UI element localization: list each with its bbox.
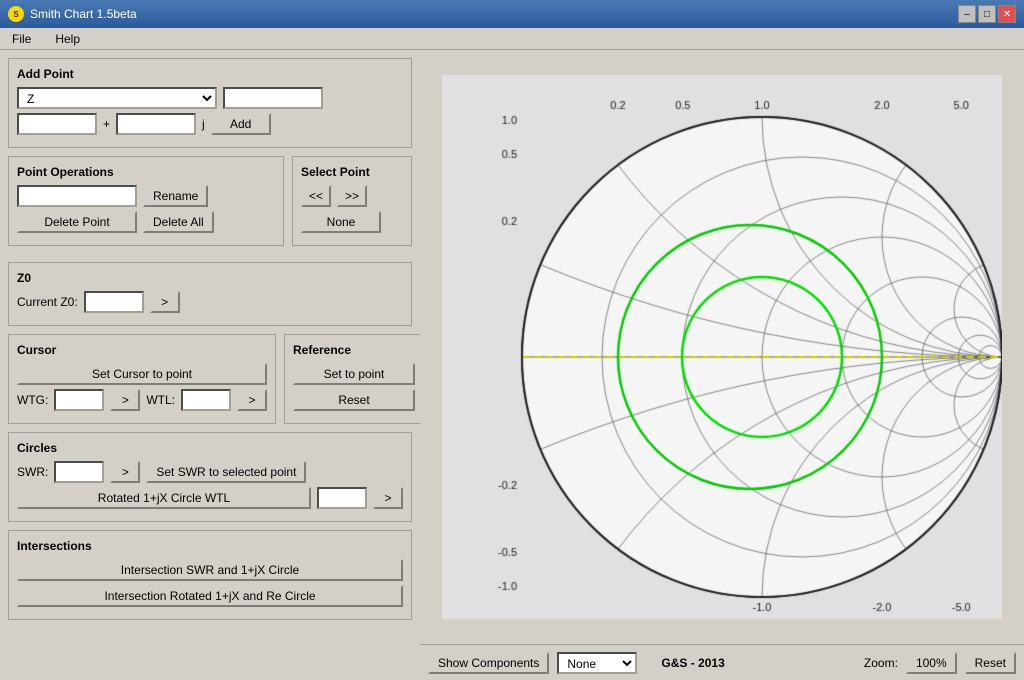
ops-select-row: Point Operations Rename Delete Point Del… (8, 156, 412, 254)
show-components-button[interactable]: Show Components (428, 652, 549, 674)
intersections-title: Intersections (17, 539, 403, 553)
intersection-swr-button[interactable]: Intersection SWR and 1+jX Circle (17, 559, 403, 581)
plus-label: + (103, 117, 110, 131)
intersection-rotated-button[interactable]: Intersection Rotated 1+jX and Re Circle (17, 585, 403, 607)
zoom-label: Zoom: (864, 656, 898, 670)
menu-file[interactable]: File (8, 31, 35, 47)
current-z0-label: Current Z0: (17, 295, 78, 309)
rotated-circle-button[interactable]: Rotated 1+jX Circle WTL (17, 487, 311, 509)
rotated-arrow-button[interactable]: > (373, 487, 403, 509)
real-input[interactable]: 0.0 (17, 113, 97, 135)
close-button[interactable]: ✕ (998, 5, 1016, 23)
swr-arrow-button[interactable]: > (110, 461, 140, 483)
smith-chart-area[interactable]: Show Components None Series R Shunt R G&… (420, 50, 1024, 680)
point-ops-section: Point Operations Rename Delete Point Del… (8, 156, 284, 246)
rename-button[interactable]: Rename (143, 185, 208, 207)
set-swr-button[interactable]: Set SWR to selected point (146, 461, 306, 483)
wtg-label: WTG: (17, 393, 48, 407)
cursor-title: Cursor (17, 343, 267, 357)
add-point-title: Add Point (17, 67, 403, 81)
new-name-input[interactable] (17, 185, 137, 207)
zoom-value-button[interactable]: 100% (906, 652, 957, 674)
menu-help[interactable]: Help (51, 31, 84, 47)
none-button[interactable]: None (301, 211, 381, 233)
app-icon: S (8, 6, 24, 22)
window-controls: – □ ✕ (958, 5, 1016, 23)
wtl-label: WTL: (146, 393, 175, 407)
wtl-set-button[interactable]: > (237, 389, 267, 411)
circles-title: Circles (17, 441, 403, 455)
select-point-section: Select Point << >> None (292, 156, 412, 246)
select-point-title: Select Point (301, 165, 403, 179)
main-content: Add Point Z Y S T name 0.0 + 0.0 j Add (0, 50, 1024, 680)
set-to-point-button[interactable]: Set to point (293, 363, 415, 385)
imag-input[interactable]: 0.0 (116, 113, 196, 135)
z0-title: Z0 (17, 271, 403, 285)
components-select[interactable]: None Series R Shunt R (557, 652, 637, 674)
wtg-input[interactable]: 0.25 (54, 389, 104, 411)
set-cursor-button[interactable]: Set Cursor to point (17, 363, 267, 385)
window-title: Smith Chart 1.5beta (30, 7, 137, 21)
j-label: j (202, 117, 205, 131)
delete-point-button[interactable]: Delete Point (17, 211, 137, 233)
swr-label: SWR: (17, 465, 48, 479)
type-select[interactable]: Z Y S T (17, 87, 217, 109)
reference-reset-button[interactable]: Reset (293, 389, 415, 411)
prev-point-button[interactable]: << (301, 185, 331, 207)
wtl-input[interactable]: 0.25 (181, 389, 231, 411)
name-input[interactable]: name (223, 87, 323, 109)
circles-section: Circles SWR: 2 > Set SWR to selected poi… (8, 432, 412, 522)
wtg-set-button[interactable]: > (110, 389, 140, 411)
title-bar: S Smith Chart 1.5beta – □ ✕ (0, 0, 1024, 28)
cursor-ref-row: Cursor Set Cursor to point WTG: 0.25 > W… (8, 334, 412, 424)
intersections-section: Intersections Intersection SWR and 1+jX … (8, 530, 412, 620)
left-panel: Add Point Z Y S T name 0.0 + 0.0 j Add (0, 50, 420, 680)
z0-value-input[interactable]: 50 (84, 291, 144, 313)
add-button[interactable]: Add (211, 113, 271, 135)
maximize-button[interactable]: □ (978, 5, 996, 23)
delete-all-button[interactable]: Delete All (143, 211, 214, 233)
add-point-section: Add Point Z Y S T name 0.0 + 0.0 j Add (8, 58, 412, 148)
z0-section: Z0 Current Z0: 50 > (8, 262, 412, 326)
smith-chart-canvas[interactable] (442, 75, 1002, 655)
reference-section: Reference Set to point Reset (284, 334, 420, 424)
point-ops-title: Point Operations (17, 165, 275, 179)
z0-set-button[interactable]: > (150, 291, 180, 313)
next-point-button[interactable]: >> (337, 185, 367, 207)
zoom-reset-button[interactable]: Reset (965, 652, 1016, 674)
credit-label: G&S - 2013 (661, 656, 724, 670)
minimize-button[interactable]: – (958, 5, 976, 23)
rotated-value-input[interactable]: 0 (317, 487, 367, 509)
bottom-bar: Show Components None Series R Shunt R G&… (420, 644, 1024, 680)
reference-title: Reference (293, 343, 415, 357)
swr-input[interactable]: 2 (54, 461, 104, 483)
cursor-section: Cursor Set Cursor to point WTG: 0.25 > W… (8, 334, 276, 424)
menu-bar: File Help (0, 28, 1024, 50)
